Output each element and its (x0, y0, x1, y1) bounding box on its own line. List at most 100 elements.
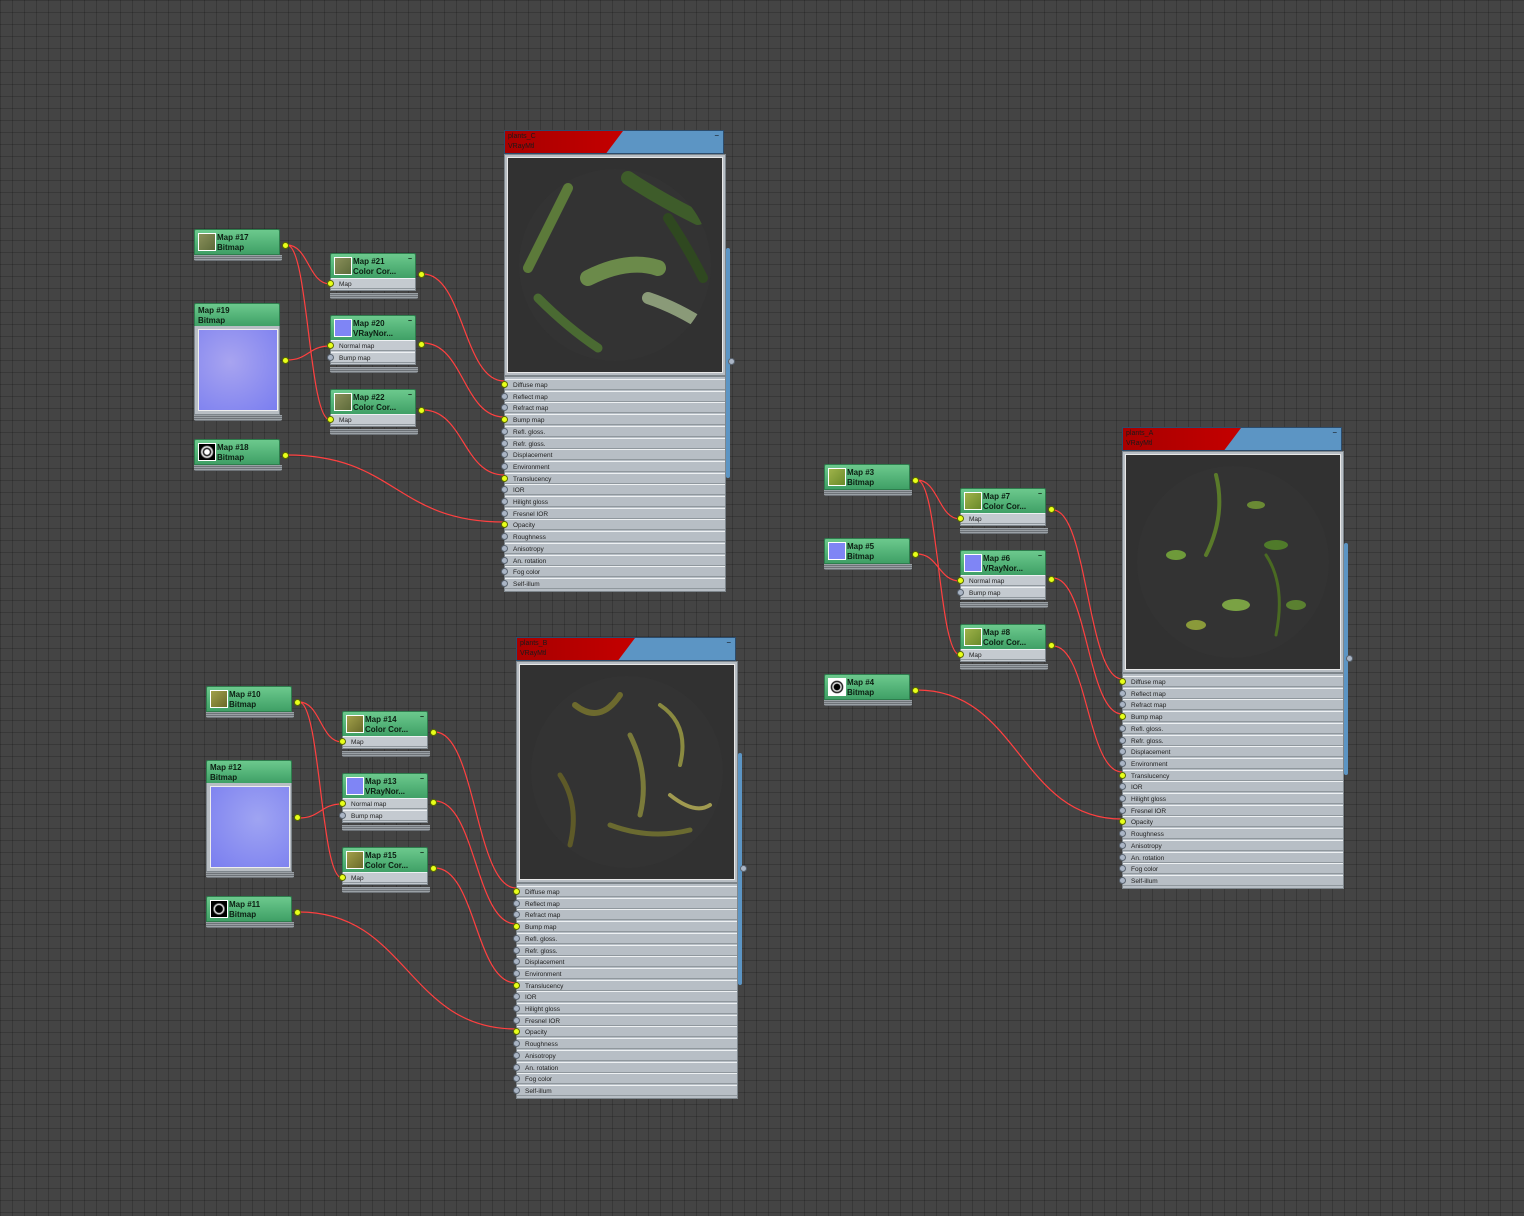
material-slot[interactable]: Fog color (1123, 863, 1343, 875)
slot-input-socket[interactable] (501, 509, 508, 517)
map-header[interactable]: Map #11 Bitmap (206, 896, 292, 922)
output-socket[interactable] (294, 814, 301, 821)
output-socket[interactable] (294, 909, 301, 916)
map-header[interactable]: Map #17 Bitmap (194, 229, 280, 255)
map-node-8[interactable]: Map #8 Color Cor... − Map (957, 624, 1055, 670)
output-socket[interactable] (912, 477, 919, 484)
slot-input-socket[interactable] (1119, 689, 1126, 697)
material-node-plants-a[interactable]: plants_A VRayMtl − Diffuse map Reflect m… (1119, 427, 1353, 889)
material-slot[interactable]: Translucency (505, 472, 725, 484)
map-header[interactable]: Map #3 Bitmap (824, 464, 910, 490)
output-socket[interactable] (282, 357, 289, 364)
map-header[interactable]: Map #18 Bitmap (194, 439, 280, 465)
minimize-icon[interactable]: − (420, 775, 424, 785)
output-socket[interactable] (912, 551, 919, 558)
material-header[interactable]: plants_A VRayMtl − (1122, 427, 1342, 451)
map-node-7[interactable]: Map #7 Color Cor... − Map (957, 488, 1055, 534)
material-slot[interactable]: Refr. gloss. (1123, 734, 1343, 746)
material-slot[interactable]: IOR (1123, 781, 1343, 793)
material-node-plants-b[interactable]: plants_B VRayMtl − Diffuse map Reflect ma… (513, 637, 747, 1099)
map-node-11[interactable]: Map #11 Bitmap (206, 896, 301, 928)
material-slot[interactable]: Bump map (1123, 711, 1343, 723)
minimize-icon[interactable]: − (1038, 552, 1042, 562)
material-slot[interactable]: Opacity (1123, 816, 1343, 828)
material-slot[interactable]: Displacement (505, 449, 725, 461)
material-slot[interactable]: Anisotropy (505, 542, 725, 554)
input-socket[interactable] (957, 577, 964, 584)
slot-input-socket[interactable] (1119, 841, 1126, 849)
material-slot[interactable]: Environment (517, 967, 737, 979)
map-node-5[interactable]: Map #5 Bitmap (824, 538, 919, 570)
output-socket[interactable] (430, 729, 437, 736)
material-slot[interactable]: Fresnel IOR (1123, 804, 1343, 816)
map-node-10[interactable]: Map #10 Bitmap (206, 686, 301, 718)
material-slot[interactable]: Refl. gloss. (517, 932, 737, 944)
slot-input-socket[interactable] (1119, 678, 1126, 685)
material-output-socket[interactable] (740, 865, 747, 872)
material-slot[interactable]: Self-illum (517, 1084, 737, 1096)
material-slot[interactable]: Self-illum (505, 577, 725, 589)
material-slot[interactable]: Translucency (517, 979, 737, 991)
slot-input-socket[interactable] (501, 427, 508, 435)
map-header[interactable]: Map #21 Color Cor... − (330, 253, 416, 279)
material-header[interactable]: plants_B VRayMtl − (516, 637, 736, 661)
slot-input-socket[interactable] (513, 969, 520, 977)
output-socket[interactable] (430, 865, 437, 872)
slot-input-socket[interactable] (513, 888, 520, 895)
slot-input-socket[interactable] (501, 381, 508, 388)
slot-input-socket[interactable] (501, 544, 508, 552)
output-socket[interactable] (418, 271, 425, 278)
output-socket[interactable] (912, 687, 919, 694)
minimize-icon[interactable]: − (408, 255, 412, 265)
minimize-icon[interactable]: − (420, 713, 424, 723)
slot-input-socket[interactable] (501, 392, 508, 400)
material-slot[interactable]: Refl. gloss. (505, 425, 725, 437)
input-socket[interactable] (957, 651, 964, 658)
material-slot[interactable]: An. rotation (517, 1061, 737, 1073)
map-header[interactable]: Map #14 Color Cor... − (342, 711, 428, 737)
material-slot[interactable]: Displacement (517, 956, 737, 968)
material-slot[interactable]: Diffuse map (505, 379, 725, 390)
material-slot[interactable]: Displacement (1123, 746, 1343, 758)
material-slot[interactable]: IOR (505, 484, 725, 496)
material-output-socket[interactable] (728, 358, 735, 365)
output-socket[interactable] (1048, 576, 1055, 583)
material-slot[interactable]: Refract map (505, 402, 725, 414)
minimize-icon[interactable]: − (408, 391, 412, 401)
map-node-20[interactable]: Map #20 VRayNor... − Normal map Bump map (327, 315, 425, 373)
slot-input-socket[interactable] (1119, 724, 1126, 732)
input-socket[interactable] (327, 280, 334, 287)
input-socket[interactable] (339, 800, 346, 807)
map-node-15[interactable]: Map #15 Color Cor... − Map (339, 847, 437, 893)
minimize-icon[interactable]: − (1332, 428, 1337, 437)
slot-input-socket[interactable] (1119, 771, 1126, 779)
map-header[interactable]: Map #13 VRayNor... − (342, 773, 428, 799)
map-node-18[interactable]: Map #18 Bitmap (194, 439, 289, 471)
slot-input-socket[interactable] (513, 899, 520, 907)
material-slot[interactable]: Anisotropy (1123, 839, 1343, 851)
slot-input-socket[interactable] (513, 1086, 520, 1094)
slot-input-socket[interactable] (513, 1063, 520, 1071)
slot-input-socket[interactable] (513, 1016, 520, 1024)
material-slot[interactable]: An. rotation (1123, 851, 1343, 863)
input-socket[interactable] (339, 874, 346, 881)
minimize-icon[interactable]: − (408, 317, 412, 327)
material-slot[interactable]: Bump map (517, 921, 737, 933)
material-slot[interactable]: Reflect map (517, 897, 737, 909)
material-slot[interactable]: Reflect map (505, 390, 725, 402)
material-slot[interactable]: Fresnel IOR (505, 507, 725, 519)
map-node-19[interactable]: Map #19 Bitmap (194, 303, 289, 421)
slot-input-socket[interactable] (513, 1051, 520, 1059)
output-socket[interactable] (418, 407, 425, 414)
slot-input-socket[interactable] (501, 474, 508, 482)
map-header[interactable]: Map #6 VRayNor... − (960, 550, 1046, 576)
slot-input-socket[interactable] (513, 946, 520, 954)
output-socket[interactable] (1048, 642, 1055, 649)
material-output-socket[interactable] (1346, 655, 1353, 662)
input-socket[interactable] (957, 589, 964, 596)
input-socket[interactable] (327, 354, 334, 361)
slot-input-socket[interactable] (501, 579, 508, 587)
slot-input-socket[interactable] (1119, 853, 1126, 861)
output-socket[interactable] (282, 242, 289, 249)
minimize-icon[interactable]: − (420, 849, 424, 859)
